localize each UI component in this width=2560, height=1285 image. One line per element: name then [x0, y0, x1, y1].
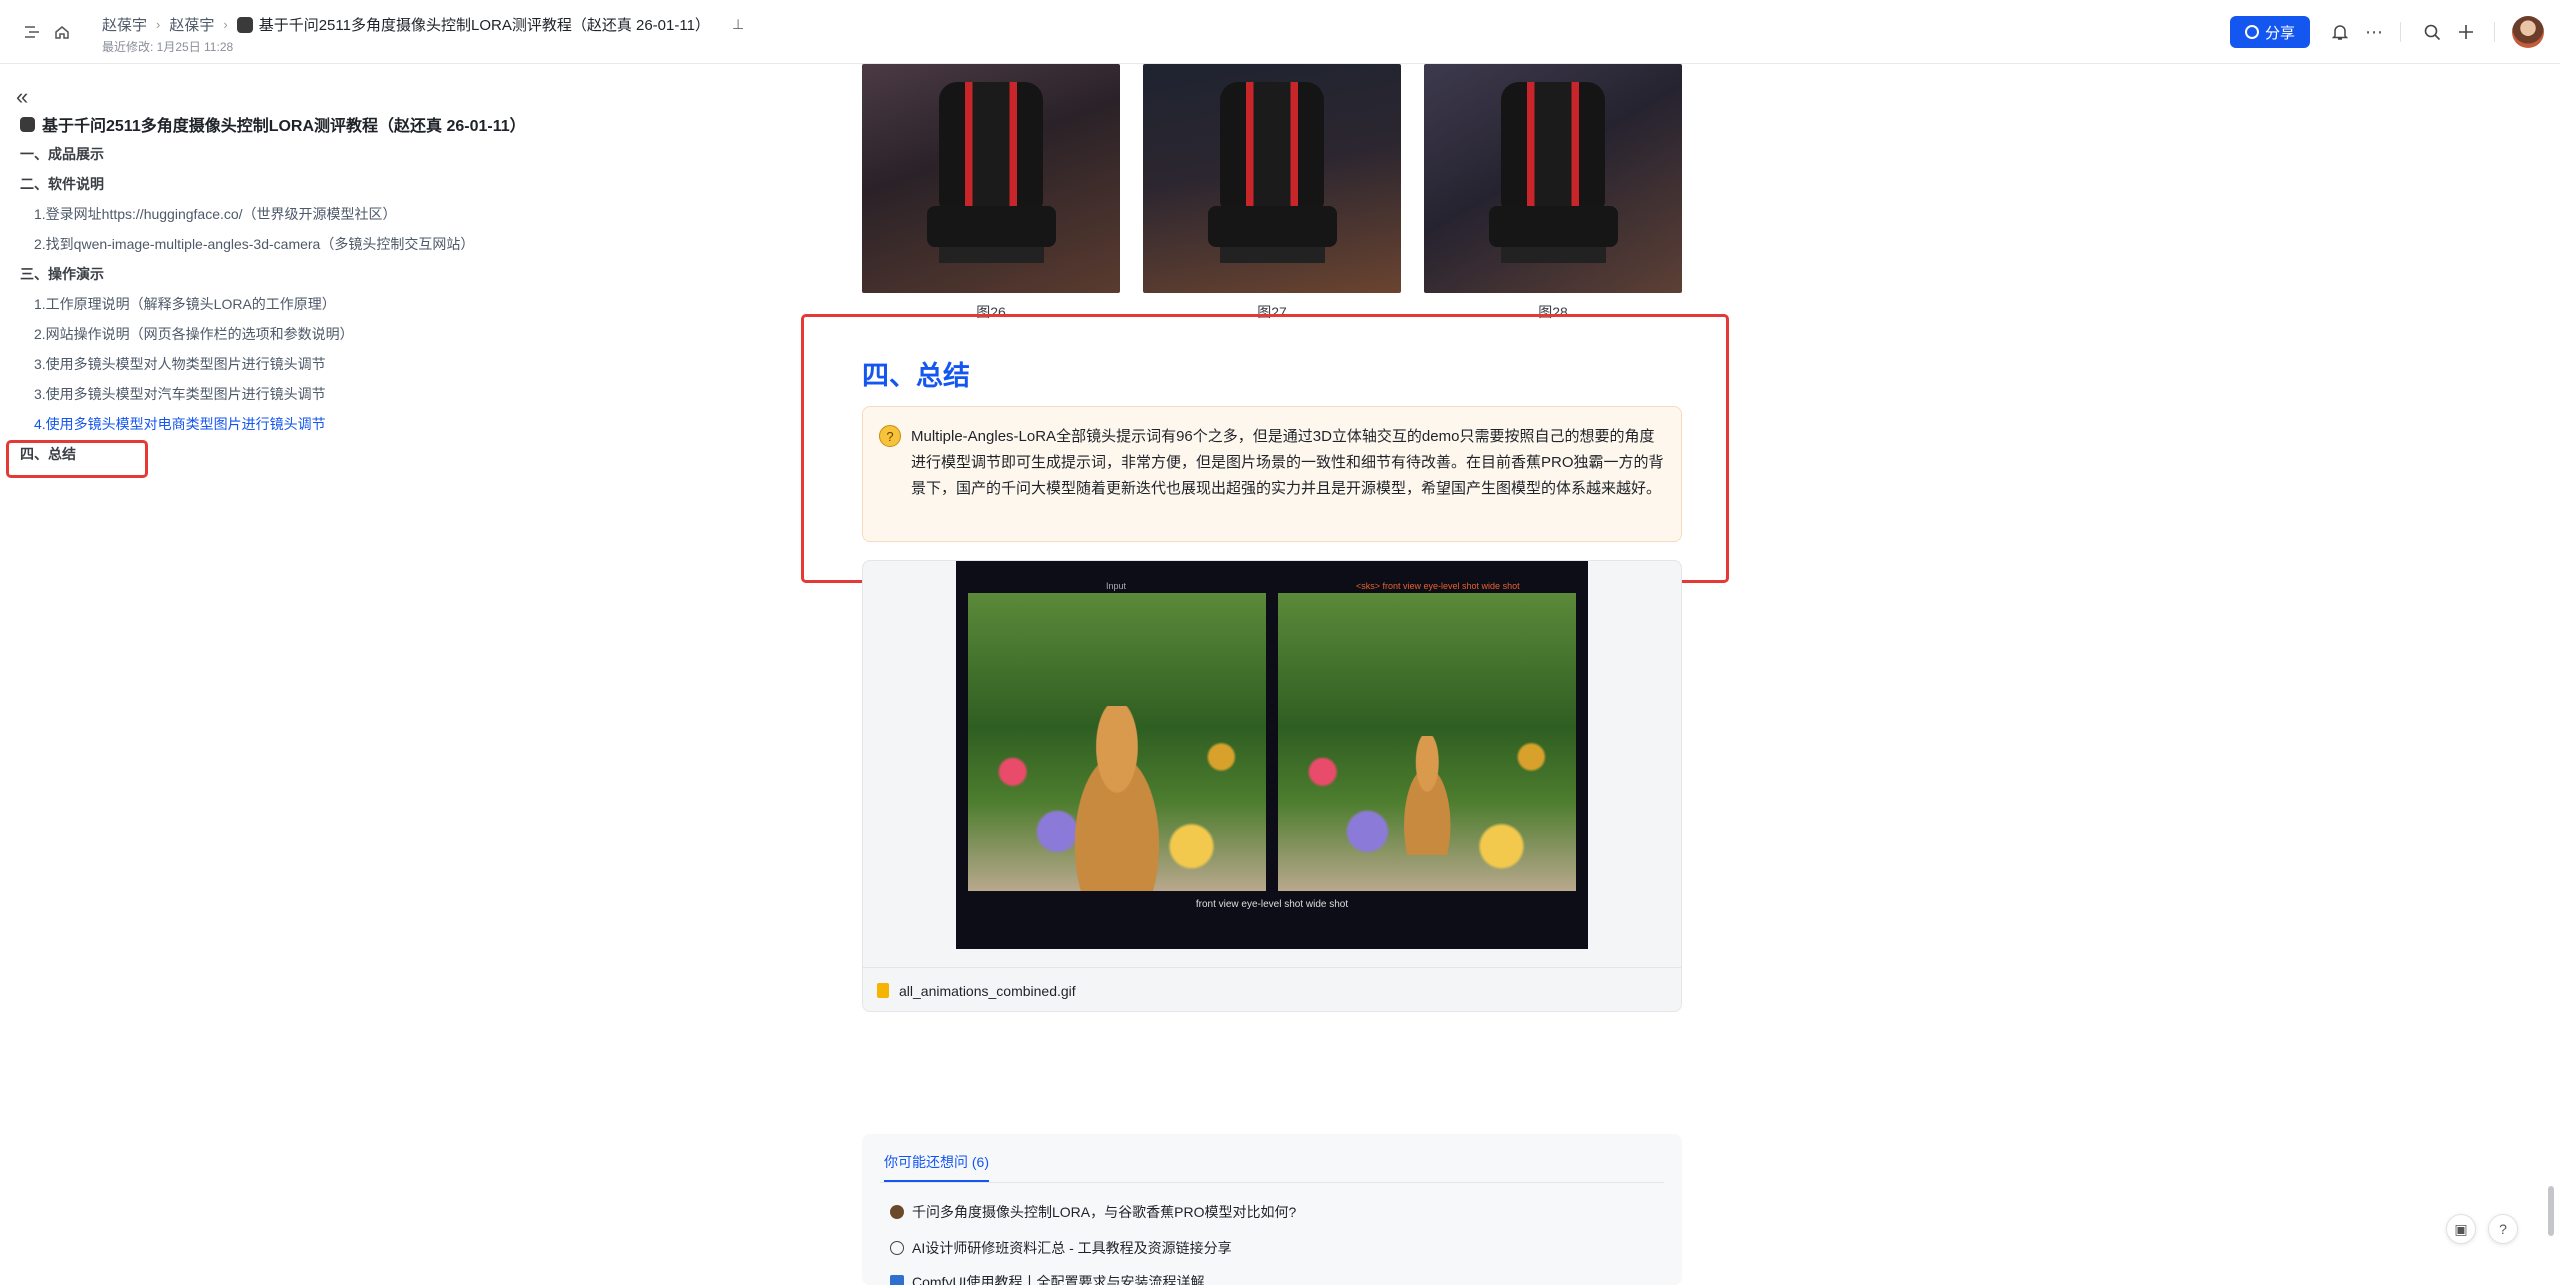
- toc-document-title[interactable]: 基于千问2511多角度摄像头控制LORA测评教程（赵还真 26-01-11）: [20, 112, 526, 136]
- toc-item[interactable]: 3.使用多镜头模型对人物类型图片进行镜头调节: [34, 354, 326, 374]
- gif-output-label: <sks> front view eye-level shot wide sho…: [1356, 581, 1520, 591]
- top-bar: 赵葆宇 › 赵葆宇 › 基于千问2511多角度摄像头控制LORA测评教程（赵还真…: [0, 0, 2560, 64]
- clipboard-icon[interactable]: ▣: [2446, 1214, 2476, 1244]
- book-icon: [890, 1275, 904, 1285]
- gif-input-label: Input: [1106, 581, 1127, 591]
- gif-preview[interactable]: Input <sks> front view eye-level shot wi…: [956, 561, 1588, 949]
- related-question-text: 千问多角度摄像头控制LORA，与谷歌香蕉PRO模型对比如何?: [912, 1204, 1297, 1220]
- share-label: 分享: [2264, 24, 2295, 42]
- more-icon[interactable]: ⋯: [2362, 20, 2386, 44]
- toc-item[interactable]: 1.工作原理说明（解释多镜头LORA的工作原理）: [34, 294, 336, 314]
- toc-item[interactable]: 2.找到qwen-image-multiple-angles-3d-camera…: [34, 234, 474, 254]
- breadcrumb-item[interactable]: 赵葆宇: [102, 14, 147, 35]
- toc-item[interactable]: 二、软件说明: [20, 174, 104, 194]
- related-question[interactable]: AI设计师研修班资料汇总 - 工具教程及资源链接分享: [890, 1238, 1232, 1258]
- breadcrumb-current[interactable]: 基于千问2511多角度摄像头控制LORA测评教程（赵还真 26-01-11）: [259, 14, 710, 35]
- related-question-text: AI设计师研修班资料汇总 - 工具教程及资源链接分享: [912, 1240, 1232, 1256]
- search-icon[interactable]: [2420, 20, 2444, 44]
- chevron-right-icon: ›: [156, 17, 161, 32]
- file-name-bar[interactable]: all_animations_combined.gif: [863, 967, 1681, 1011]
- gaming-chair-image: [1424, 64, 1682, 293]
- dog-image-input: [968, 593, 1266, 891]
- figure-image[interactable]: [1143, 64, 1401, 293]
- toc-item[interactable]: 一、成品展示: [20, 144, 104, 164]
- chat-icon: [890, 1241, 904, 1255]
- document-icon: [236, 16, 253, 33]
- figure-image[interactable]: [862, 64, 1120, 293]
- globe-icon: [2244, 25, 2259, 39]
- toc-item-active[interactable]: 4.使用多镜头模型对电商类型图片进行镜头调节: [34, 414, 326, 434]
- dog-image-output: [1278, 593, 1576, 891]
- last-modified: 最近修改: 1月25日 11:28: [102, 40, 234, 54]
- toc-item[interactable]: 1.登录网址https://huggingface.co/（世界级开源模型社区）: [34, 204, 397, 224]
- file-icon: [877, 983, 889, 998]
- bell-icon[interactable]: [2328, 20, 2352, 44]
- gaming-chair-image: [862, 64, 1120, 293]
- toc-item[interactable]: 3.使用多镜头模型对汽车类型图片进行镜头调节: [34, 384, 326, 404]
- avatar-icon: [890, 1205, 904, 1219]
- plus-icon[interactable]: [2454, 20, 2478, 44]
- breadcrumb-item[interactable]: 赵葆宇: [169, 14, 214, 35]
- breadcrumb: 赵葆宇 › 赵葆宇 › 基于千问2511多角度摄像头控制LORA测评教程（赵还真…: [102, 14, 744, 35]
- gif-attachment[interactable]: Input <sks> front view eye-level shot wi…: [862, 560, 1682, 1012]
- file-name: all_animations_combined.gif: [899, 982, 1076, 999]
- highlight-box: [6, 440, 148, 478]
- related-questions: 你可能还想问 (6) 千问多角度摄像头控制LORA，与谷歌香蕉PRO模型对比如何…: [862, 1134, 1682, 1285]
- gif-subtitle: front view eye-level shot wide shot: [1195, 899, 1349, 910]
- menu-icon[interactable]: [20, 20, 44, 44]
- home-icon[interactable]: [50, 20, 74, 44]
- related-question-text: ComfyUI使用教程丨全配置要求与安装流程详解: [912, 1274, 1205, 1285]
- tab-related[interactable]: 你可能还想问 (6): [884, 1152, 989, 1182]
- divider: [2494, 22, 2495, 42]
- toc-item[interactable]: 三、操作演示: [20, 264, 104, 284]
- related-question[interactable]: 千问多角度摄像头控制LORA，与谷歌香蕉PRO模型对比如何?: [890, 1202, 1296, 1222]
- pin-icon[interactable]: ⊥: [732, 16, 744, 33]
- gaming-chair-image: [1143, 64, 1401, 293]
- chevron-right-icon: ›: [223, 17, 228, 32]
- figure-image[interactable]: [1424, 64, 1682, 293]
- divider: [2400, 22, 2401, 42]
- toc-document-title-text: 基于千问2511多角度摄像头控制LORA测评教程（赵还真 26-01-11）: [42, 118, 526, 135]
- double-chevron-left-icon[interactable]: «: [16, 84, 28, 110]
- divider: [880, 1182, 1664, 1183]
- scrollbar[interactable]: [2548, 1186, 2554, 1236]
- help-icon[interactable]: ?: [2488, 1214, 2518, 1244]
- related-question[interactable]: ComfyUI使用教程丨全配置要求与安装流程详解: [890, 1272, 1204, 1285]
- highlight-box: [801, 314, 1729, 583]
- share-button[interactable]: 分享: [2230, 16, 2310, 48]
- avatar[interactable]: [2512, 16, 2544, 48]
- document-icon: [20, 116, 35, 132]
- toc-item[interactable]: 2.网站操作说明（网页各操作栏的选项和参数说明）: [34, 324, 354, 344]
